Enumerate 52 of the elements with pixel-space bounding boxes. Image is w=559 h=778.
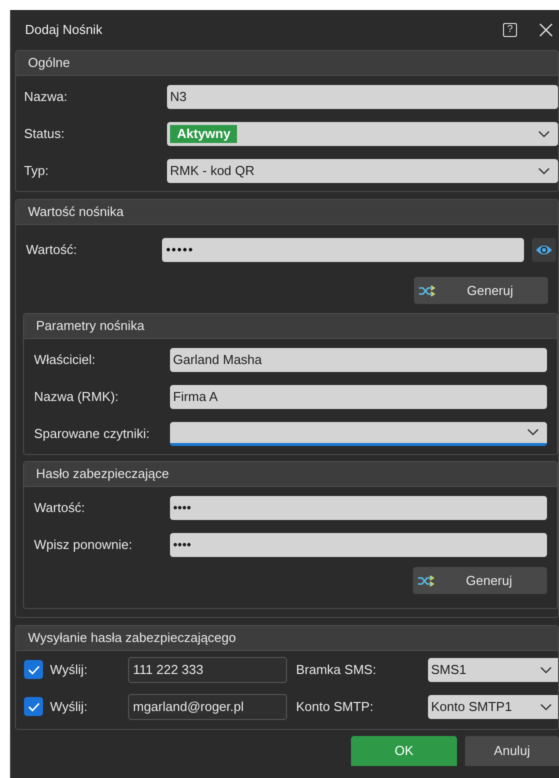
shuffle-icon [417,574,435,586]
chevron-down-icon [540,666,552,674]
chevron-down-icon [527,428,539,436]
field-label: Konto SMTP: [296,698,374,716]
field-label: Sparowane czytniki: [34,424,151,443]
chevron-down-icon [538,130,550,138]
text-field[interactable]: •••• [170,532,547,556]
generate-button[interactable]: Generuj [414,277,548,304]
check-icon [28,702,40,712]
field-label: Nazwa: [24,88,68,106]
close-icon[interactable] [539,23,553,37]
cancel-button[interactable]: Anuluj [465,736,559,766]
status-badge: Aktywny [170,124,238,142]
checkbox[interactable] [24,697,43,716]
section-header: Hasło zabezpieczające [24,462,557,487]
status-dropdown[interactable]: Aktywny [167,122,558,146]
field-label: Status: [24,124,66,143]
show-password-button[interactable] [532,238,556,262]
field-label: Typ: [24,162,50,180]
dropdown[interactable] [170,422,547,446]
dropdown[interactable]: Konto SMTP1 [428,694,558,718]
field-label: Wpisz ponownie: [34,536,134,554]
section-header: Wartość nośnika [16,200,558,225]
checkbox[interactable] [24,660,43,679]
field-label: Wyślij: [50,660,88,679]
window-title: Dodaj Nośnik [25,21,104,40]
field-label: Wyślij: [50,698,88,716]
check-icon [28,664,40,674]
field-label: Bramka SMS: [296,660,378,679]
text-field[interactable]: mgarland@roger.pl [128,694,287,720]
text-field[interactable]: N3 [167,84,558,108]
ok-button[interactable]: OK [351,736,457,766]
section-header: Wysyłanie hasła zabezpieczającego [16,626,558,651]
chevron-down-icon [538,166,550,174]
field-label: Nazwa (RMK): [34,388,120,406]
dropdown[interactable]: RMK - kod QR [167,158,558,182]
field-label: Właściciel: [34,350,96,369]
text-field[interactable]: Garland Masha [170,348,547,372]
text-field[interactable]: 111 222 333 [128,656,287,682]
section-header: Parametry nośnika [24,314,557,339]
text-field[interactable]: Firma A [170,384,547,408]
eye-icon [535,243,553,257]
field-label: Wartość: [34,498,86,517]
generate-button[interactable]: Generuj [413,567,547,594]
help-button[interactable]: ? [503,23,517,37]
text-field[interactable]: •••• [170,496,547,520]
section-header: Ogólne [16,51,558,76]
field-label: Wartość: [26,241,78,260]
dropdown[interactable]: SMS1 [428,658,558,682]
chevron-down-icon [540,702,552,710]
password-field[interactable]: ••••• [162,238,524,262]
shuffle-icon [418,284,436,296]
